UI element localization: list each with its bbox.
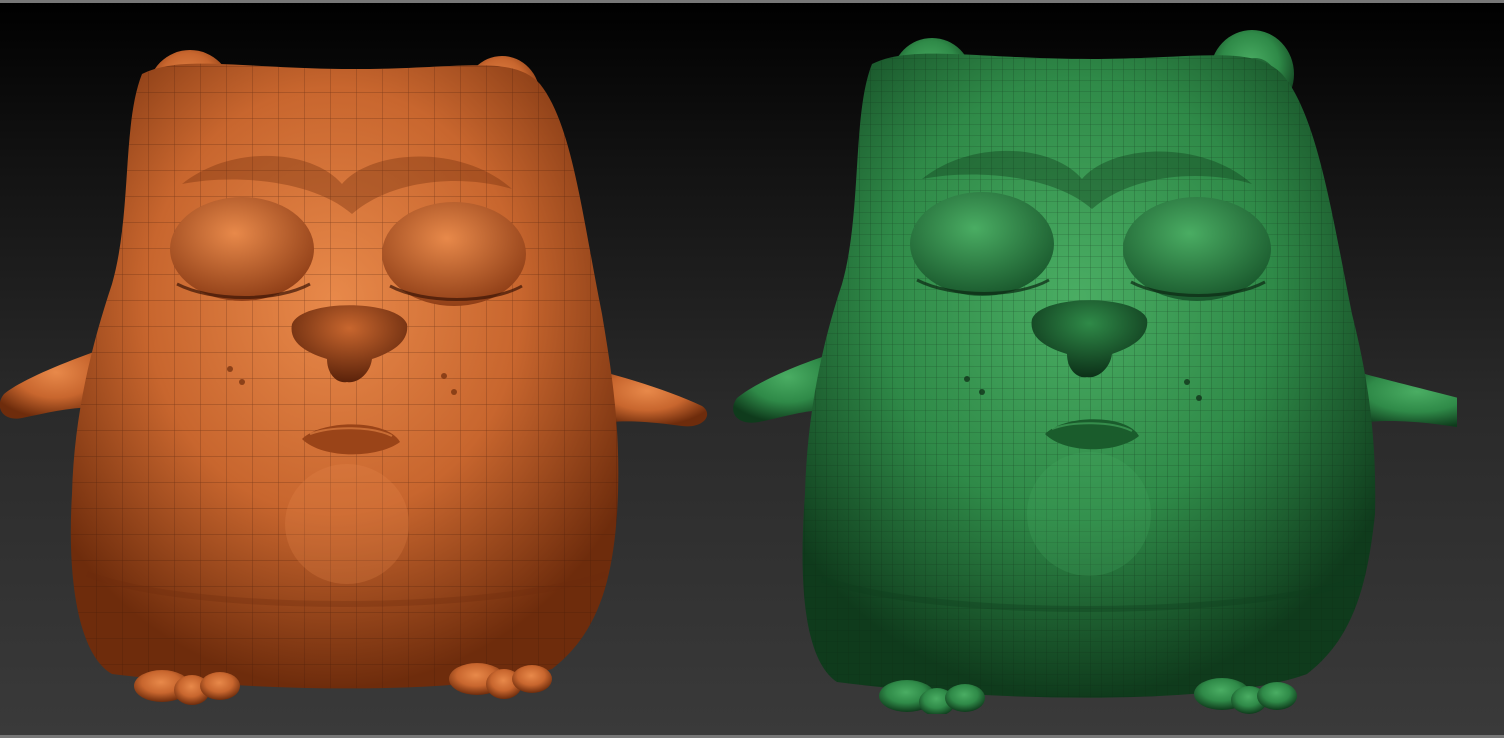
viewport-top-border [0, 0, 1504, 3]
chin [1027, 452, 1151, 576]
chin [285, 464, 409, 584]
hamster-green-render [733, 30, 1457, 714]
hamster-model-green[interactable] [727, 14, 1457, 714]
left-eyelid [910, 192, 1054, 296]
left-eyelid [170, 197, 314, 301]
zbrush-viewport[interactable] [0, 0, 1504, 738]
hamster-orange-render [0, 50, 708, 705]
hamster-model-orange[interactable] [0, 14, 722, 714]
right-eyelid [1123, 197, 1271, 301]
